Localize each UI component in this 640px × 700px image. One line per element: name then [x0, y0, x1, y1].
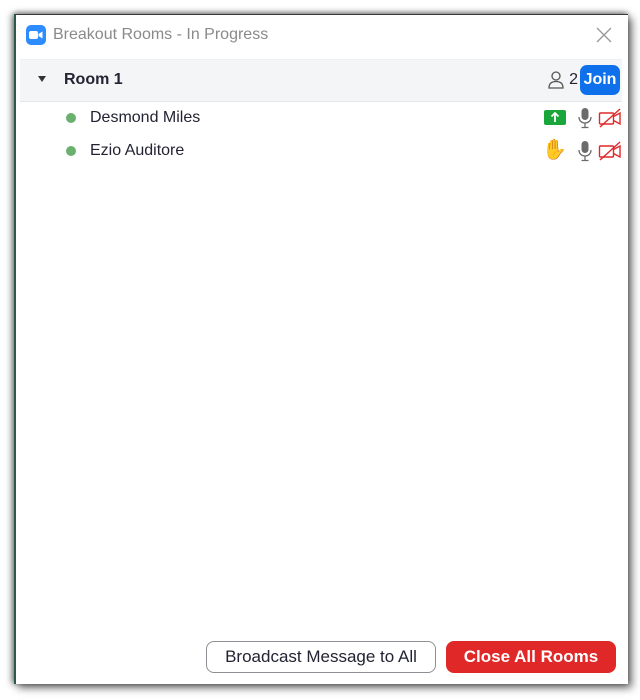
online-status-dot — [66, 113, 76, 123]
title-bar[interactable]: Breakout Rooms - In Progress — [16, 15, 628, 57]
participant-name: Ezio Auditore — [90, 142, 185, 159]
participant-row[interactable]: Desmond Miles — [20, 101, 622, 134]
expand-caret-icon[interactable] — [38, 76, 46, 82]
broadcast-message-button[interactable]: Broadcast Message to All — [206, 641, 436, 673]
video-off-icon[interactable] — [598, 108, 622, 128]
close-all-rooms-button[interactable]: Close All Rooms — [446, 641, 616, 673]
participant-count: 2 — [569, 71, 578, 88]
close-icon — [596, 27, 612, 43]
video-off-icon[interactable] — [598, 141, 622, 161]
participants-icon — [548, 71, 564, 89]
microphone-icon[interactable] — [578, 107, 592, 129]
room-name: Room 1 — [64, 71, 123, 88]
zoom-app-icon — [26, 25, 46, 45]
share-screen-icon — [544, 110, 566, 125]
participant-name: Desmond Miles — [90, 109, 201, 126]
microphone-icon[interactable] — [578, 140, 592, 162]
participant-row[interactable]: Ezio Auditore ✋ — [20, 134, 622, 167]
join-room-button[interactable]: Join — [580, 65, 620, 95]
breakout-rooms-window: Breakout Rooms - In Progress Room 1 2 Jo… — [14, 14, 628, 684]
raised-hand-icon: ✋ — [542, 139, 567, 161]
close-window-button[interactable] — [594, 25, 614, 45]
window-title: Breakout Rooms - In Progress — [53, 26, 269, 43]
room-header[interactable]: Room 1 2 Join — [20, 59, 622, 102]
online-status-dot — [66, 146, 76, 156]
